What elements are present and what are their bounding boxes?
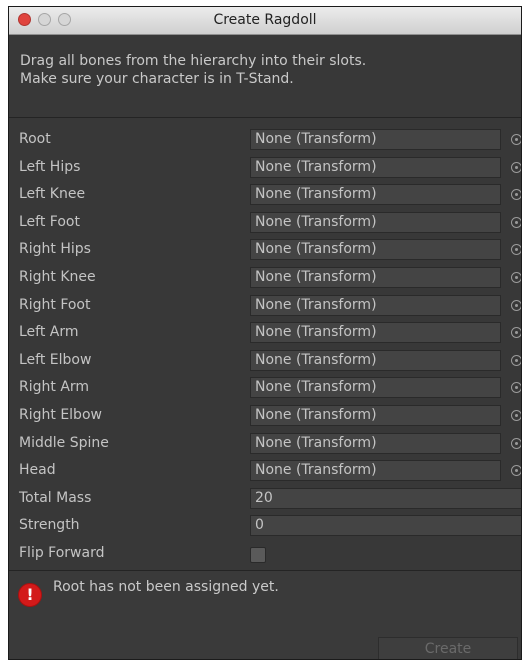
bone-slots-list: Root None (Transform) Left Hips None (Tr… — [9, 127, 521, 569]
bone-label: Right Elbow — [19, 406, 102, 423]
strength-row: Strength 0 — [9, 513, 521, 541]
bone-row-right-foot: Right Foot None (Transform) — [9, 293, 521, 321]
bone-slot-field[interactable]: None (Transform) — [250, 294, 501, 316]
bone-slot-field[interactable]: None (Transform) — [250, 349, 501, 371]
bone-label: Right Foot — [19, 296, 91, 313]
bone-slot-field[interactable]: None (Transform) — [250, 322, 501, 344]
bone-row-middle-spine: Middle Spine None (Transform) — [9, 431, 521, 459]
title-bar: Create Ragdoll — [9, 7, 521, 35]
bone-slot-field[interactable]: None (Transform) — [250, 460, 501, 482]
bone-label: Left Hips — [19, 158, 81, 175]
object-picker-icon[interactable] — [511, 161, 521, 173]
window-title: Create Ragdoll — [213, 12, 317, 28]
bone-slot-field[interactable]: None (Transform) — [250, 184, 501, 206]
object-picker-icon[interactable] — [511, 465, 521, 477]
total-mass-row: Total Mass 20 — [9, 486, 521, 514]
create-button[interactable]: Create — [378, 637, 518, 659]
error-icon: ! — [18, 583, 42, 607]
bone-label: Left Elbow — [19, 351, 92, 368]
object-picker-icon[interactable] — [511, 189, 521, 201]
object-picker-icon[interactable] — [511, 244, 521, 256]
total-mass-label: Total Mass — [19, 489, 92, 506]
help-text: Drag all bones from the hierarchy into t… — [20, 52, 511, 88]
bone-slot-field[interactable]: None (Transform) — [250, 377, 501, 399]
bone-row-left-foot: Left Foot None (Transform) — [9, 210, 521, 238]
bone-label: Head — [19, 462, 56, 479]
bone-row-left-hips: Left Hips None (Transform) — [9, 155, 521, 183]
bone-row-head: Head None (Transform) — [9, 458, 521, 486]
total-mass-input[interactable]: 20 — [250, 487, 521, 509]
create-ragdoll-window: Create Ragdoll Drag all bones from the h… — [8, 6, 522, 660]
warning-message: Root has not been assigned yet. — [53, 579, 279, 595]
bone-row-left-arm: Left Arm None (Transform) — [9, 320, 521, 348]
bone-label: Left Arm — [19, 324, 79, 341]
bone-label: Left Knee — [19, 186, 86, 203]
bone-row-right-hips: Right Hips None (Transform) — [9, 237, 521, 265]
object-picker-icon[interactable] — [511, 382, 521, 394]
object-picker-icon[interactable] — [511, 216, 521, 228]
strength-input[interactable]: 0 — [250, 515, 521, 537]
bone-label: Middle Spine — [19, 434, 109, 451]
bone-row-right-knee: Right Knee None (Transform) — [9, 265, 521, 293]
bone-label: Right Knee — [19, 268, 96, 285]
bone-row-left-knee: Left Knee None (Transform) — [9, 182, 521, 210]
object-picker-icon[interactable] — [511, 437, 521, 449]
bone-row-right-elbow: Right Elbow None (Transform) — [9, 403, 521, 431]
object-picker-icon[interactable] — [511, 271, 521, 283]
bone-row-left-elbow: Left Elbow None (Transform) — [9, 348, 521, 376]
bone-slot-field[interactable]: None (Transform) — [250, 266, 501, 288]
bone-slot-field[interactable]: None (Transform) — [250, 239, 501, 261]
bone-label: Left Foot — [19, 213, 80, 230]
flip-forward-checkbox[interactable] — [250, 546, 266, 563]
bone-row-root: Root None (Transform) — [9, 127, 521, 155]
object-picker-icon[interactable] — [511, 327, 521, 339]
bone-label: Right Arm — [19, 379, 90, 396]
object-picker-icon[interactable] — [511, 134, 521, 145]
divider — [9, 117, 521, 118]
object-picker-icon[interactable] — [511, 354, 521, 366]
strength-label: Strength — [19, 517, 80, 534]
bone-slot-field[interactable]: None (Transform) — [250, 432, 501, 454]
bone-label: Right Hips — [19, 241, 91, 258]
object-picker-icon[interactable] — [511, 409, 521, 421]
bone-row-right-arm: Right Arm None (Transform) — [9, 375, 521, 403]
help-line-2: Make sure your character is in T-Stand. — [20, 71, 294, 87]
flip-forward-row: Flip Forward — [9, 541, 521, 569]
bone-slot-field[interactable]: None (Transform) — [250, 404, 501, 426]
bone-slot-field[interactable]: None (Transform) — [250, 156, 501, 178]
bone-label: Root — [19, 131, 51, 147]
object-picker-icon[interactable] — [511, 299, 521, 311]
bone-slot-field[interactable]: None (Transform) — [250, 129, 501, 150]
help-line-1: Drag all bones from the hierarchy into t… — [20, 53, 367, 69]
bone-slot-field[interactable]: None (Transform) — [250, 211, 501, 233]
flip-forward-label: Flip Forward — [19, 544, 105, 561]
